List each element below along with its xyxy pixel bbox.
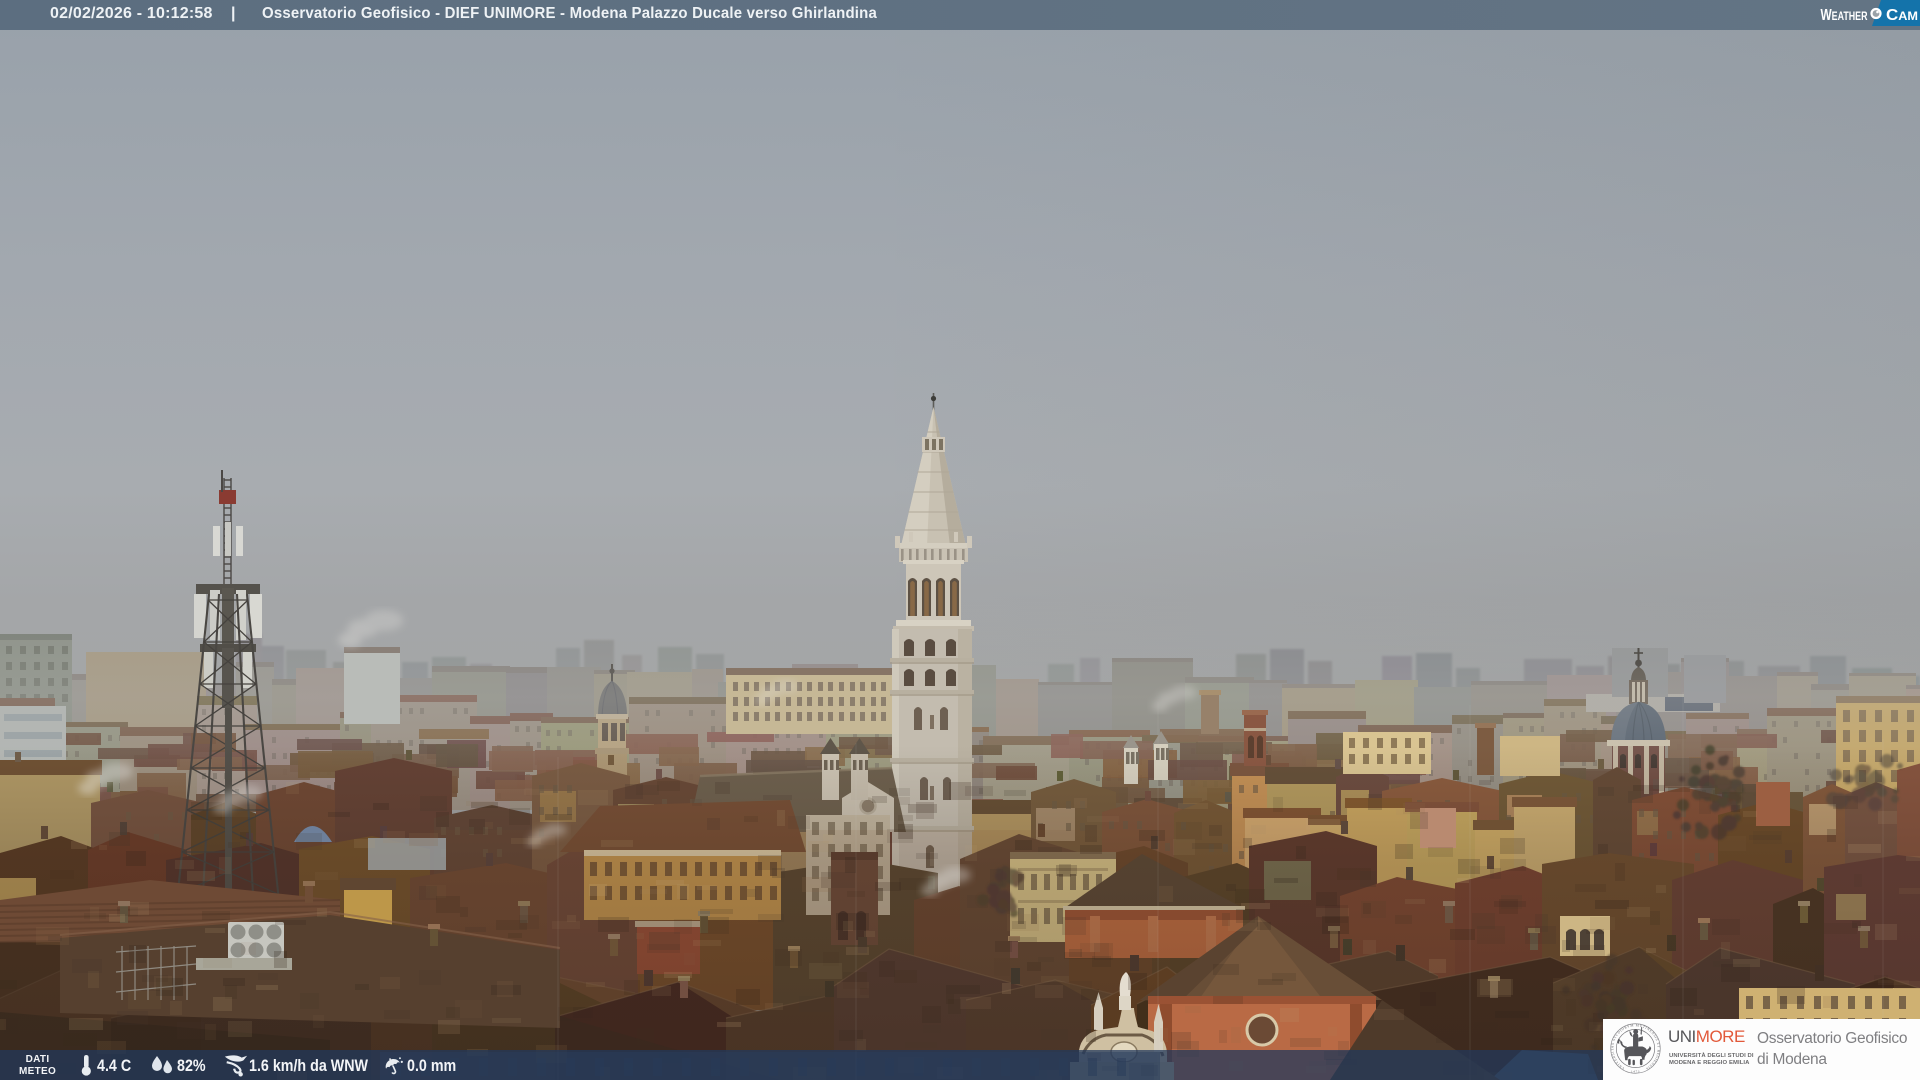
svg-text:CAM: CAM	[1886, 7, 1918, 24]
svg-text:WEATHER: WEATHER	[1821, 7, 1868, 24]
svg-text:1473: 1473	[1631, 1070, 1640, 1074]
